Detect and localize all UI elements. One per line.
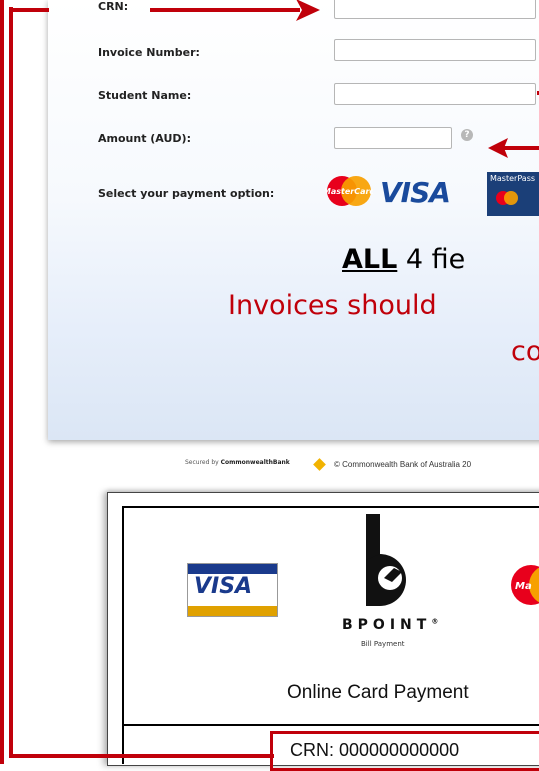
amount-label: Amount (AUD): (98, 132, 191, 145)
bpoint-brand-name: BPOINT (342, 617, 432, 633)
invoice-number-label: Invoice Number: (98, 46, 200, 59)
amount-arrow-icon (488, 138, 539, 158)
student-name-input[interactable] (334, 83, 536, 105)
doc-visa-logo: VISA (187, 563, 278, 617)
connector-vertical-line (9, 7, 13, 758)
connector-top-segment (9, 8, 49, 12)
crn-label: CRN: (98, 0, 129, 13)
help-icon[interactable]: ? (461, 129, 473, 141)
doc-mastercard-text: Ma (515, 581, 532, 592)
invoice-number-input[interactable] (334, 39, 536, 61)
student-name-label: Student Name: (98, 89, 192, 102)
amount-input[interactable] (334, 127, 452, 149)
bpoint-brand: BPOINT® (342, 617, 438, 633)
callout-line-1-rest: 4 fie (397, 244, 466, 275)
connector-bottom-segment (9, 754, 274, 758)
crn-number-text: CRN: 000000000000 (290, 740, 460, 760)
doc-mastercard-logo: Ma (511, 565, 539, 605)
callout-line-1: ALL 4 fie (342, 244, 465, 275)
commbank-diamond-icon (313, 458, 326, 471)
masterpass-circles-icon (496, 191, 518, 205)
bill-payment-subtitle: Bill Payment (361, 640, 405, 648)
callout-all-emphasis: ALL (342, 244, 398, 275)
masterpass-option[interactable]: MasterPass (487, 172, 539, 216)
left-page-border-line (0, 0, 4, 764)
mastercard-option[interactable]: MasterCard (325, 171, 373, 211)
secured-by-text: Secured by CommonwealthBank (185, 459, 290, 466)
bpoint-brand-mark: ® (431, 617, 439, 626)
secured-prefix: Secured by (185, 459, 221, 466)
bpoint-logo-icon (366, 514, 406, 606)
online-card-payment-title: Online Card Payment (287, 682, 469, 703)
mastercard-text: MasterCard (325, 187, 373, 196)
doc-divider (122, 724, 539, 726)
crn-arrow-shaft (150, 8, 300, 12)
crn-input[interactable] (334, 0, 536, 19)
doc-visa-text: VISA (194, 574, 253, 599)
visa-option[interactable]: VISA (380, 176, 451, 209)
secured-brand: CommonwealthBank (220, 459, 290, 466)
payment-option-label: Select your payment option: (98, 187, 275, 200)
copyright-text: © Commonwealth Bank of Australia 20 (334, 460, 472, 469)
callout-line-3: co (511, 336, 539, 367)
crn-arrow-head-icon (296, 0, 320, 21)
masterpass-label: MasterPass (490, 174, 536, 183)
callout-line-2: Invoices should (228, 290, 437, 321)
